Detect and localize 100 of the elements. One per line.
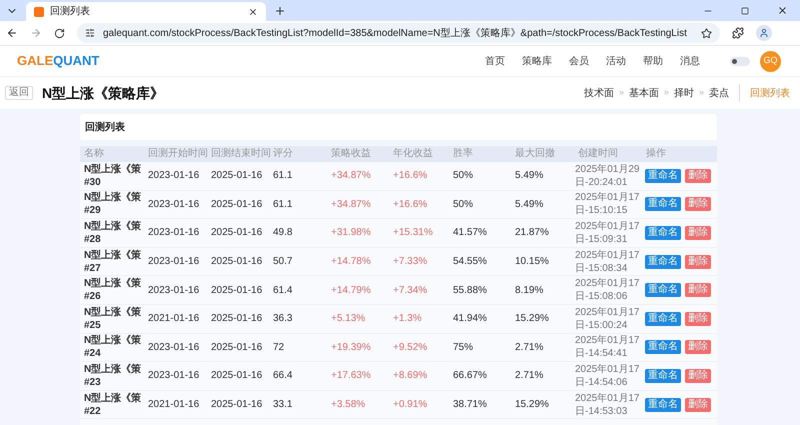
back-button[interactable]: 返回 — [5, 86, 33, 100]
table-cell-text: 2025年01月17 日-14:54:06 — [574, 362, 640, 389]
table-cell-text: +8.69% — [392, 369, 428, 384]
delete-button[interactable]: 删除 — [685, 340, 711, 354]
name-cell[interactable]: N型上涨《策 #30 — [80, 162, 144, 189]
table-cell-text: +34.87% — [330, 169, 372, 184]
table-cell-text: 66.67% — [452, 369, 488, 384]
new-tab-icon[interactable] — [274, 5, 286, 17]
rename-button[interactable]: 重命名 — [645, 398, 681, 412]
column-header: 最大回撤 — [514, 148, 556, 160]
table-cell-text: 2025-01-16 — [210, 369, 264, 384]
table-cell-text: 41.57% — [452, 226, 488, 240]
column-header: 策略收益 — [330, 148, 372, 160]
rename-button[interactable]: 重命名 — [645, 254, 681, 269]
table-cell-text: 21.87% — [514, 226, 550, 240]
rename-button[interactable]: 重命名 — [645, 340, 681, 354]
maximize-icon[interactable] — [741, 7, 749, 15]
theme-toggle[interactable] — [730, 56, 750, 66]
address-field[interactable]: galequant.com/stockProcess/BackTestingList?modelId=385&modelName=N型上涨《策略库》&path=/stockProcess/BackTestingList — [77, 23, 720, 43]
name-cell[interactable]: N型上涨《策 #26 — [80, 277, 144, 304]
reload-icon[interactable] — [54, 28, 65, 38]
table-cell-text: 2025-01-16 — [210, 398, 264, 412]
name-cell[interactable]: N型上涨《策 #29 — [80, 191, 144, 218]
table-cell-text: +31.98% — [330, 226, 372, 240]
extensions-icon[interactable] — [732, 27, 744, 39]
table-cell-text: 41.94% — [452, 312, 488, 326]
column-header: 回测开始时间 — [147, 148, 207, 160]
nav-link[interactable]: 会员 — [569, 54, 589, 68]
table-cell-text: +5.13% — [330, 312, 366, 326]
table-cell-text: 2023-01-16 — [147, 340, 200, 355]
delete-button[interactable]: 删除 — [685, 283, 711, 298]
back-icon[interactable] — [6, 27, 18, 39]
favicon-icon — [34, 6, 44, 16]
step-link[interactable]: 基本面 — [628, 86, 659, 100]
table-cell-text: 2025年01月17 日-15:09:31 — [574, 220, 640, 246]
nav-link[interactable]: 活动 — [606, 54, 626, 68]
delete-button[interactable]: 删除 — [685, 197, 711, 212]
rename-button[interactable]: 重命名 — [645, 368, 681, 383]
name-cell[interactable]: N型上涨《策 #25 — [80, 306, 144, 332]
table-cell-text: 50.7 — [272, 255, 294, 270]
table-cell-text: 38.71% — [452, 398, 488, 412]
table-cell-text: 2023-01-16 — [147, 284, 200, 298]
column-header: 评分 — [272, 148, 294, 160]
table-cell-text: 61.4 — [272, 284, 294, 298]
site-settings-icon[interactable] — [85, 28, 95, 38]
table-cell-text: 2023-01-16 — [147, 369, 200, 384]
name-cell[interactable]: N型上涨《策 #28 — [80, 220, 144, 246]
table-cell-text: +16.6% — [392, 198, 428, 212]
bookmark-icon[interactable] — [701, 28, 712, 38]
delete-button[interactable]: 删除 — [685, 312, 711, 326]
nav-link[interactable]: 消息 — [680, 54, 700, 68]
profile-icon[interactable] — [756, 25, 772, 41]
table-cell-text: 36.3 — [272, 312, 294, 326]
table-cell-text: 2023-01-16 — [147, 169, 200, 184]
table-cell-text: 2025年01月17 日-15:08:06 — [574, 277, 640, 304]
name-cell[interactable]: N型上涨《策 #23 — [80, 362, 144, 389]
table-cell-text: 2025年01月17 日-14:54:41 — [574, 334, 640, 360]
delete-button[interactable]: 删除 — [685, 398, 711, 412]
table-cell-text: 2025年01月17 日-15:00:24 — [574, 306, 640, 332]
rename-button[interactable]: 重命名 — [645, 283, 681, 298]
card-title: 回测列表 — [85, 120, 125, 134]
close-window-icon[interactable] — [777, 5, 788, 16]
delete-button[interactable]: 删除 — [685, 168, 711, 183]
table-cell-text: +7.33% — [392, 255, 428, 270]
step-link[interactable]: 技术面 — [584, 86, 614, 100]
column-header: 操作 — [645, 148, 667, 160]
user-avatar[interactable]: GQ — [760, 50, 781, 72]
column-header: 胜率 — [452, 148, 474, 160]
rename-button[interactable]: 重命名 — [645, 312, 681, 326]
close-tab-icon[interactable] — [248, 6, 258, 16]
rename-button[interactable]: 重命名 — [645, 197, 681, 212]
rename-button[interactable]: 重命名 — [645, 168, 681, 183]
delete-button[interactable]: 删除 — [685, 368, 711, 383]
rename-button[interactable]: 重命名 — [645, 226, 681, 240]
step-link[interactable]: 回测列表 — [750, 86, 790, 100]
nav-link[interactable]: 帮助 — [643, 54, 663, 68]
table-cell-text: +7.34% — [392, 284, 428, 298]
nav-link[interactable]: 首页 — [485, 54, 505, 68]
browser-tab[interactable]: 回测列表 — [26, 2, 266, 21]
table-cell-text: 2025-01-16 — [210, 255, 264, 270]
name-cell[interactable]: N型上涨《策 #22 — [80, 392, 144, 418]
table-cell-text: +14.78% — [330, 255, 372, 270]
table-cell-text: 2025年01月17 日-14:53:03 — [574, 392, 640, 418]
name-cell[interactable]: N型上涨《策 #24 — [80, 334, 144, 360]
table-cell-text: 2021-01-16 — [147, 398, 200, 412]
table-cell-text: 61.1 — [272, 198, 294, 212]
name-cell[interactable]: N型上涨《策 #27 — [80, 248, 144, 275]
table-cell-text: +17.63% — [330, 369, 372, 384]
nav-link[interactable]: 策略库 — [522, 54, 552, 68]
table-cell-text: 8.19% — [514, 284, 544, 298]
step-link[interactable]: 卖点 — [709, 86, 729, 100]
chevron-icon: » — [698, 86, 704, 100]
step-link[interactable]: 择时 — [674, 86, 694, 100]
table-cell-text: 5.49% — [514, 198, 544, 212]
delete-button[interactable]: 删除 — [685, 254, 711, 269]
delete-button[interactable]: 删除 — [685, 226, 711, 240]
table-cell-text: 2025-01-16 — [210, 226, 264, 240]
logo[interactable]: GALEQUANT — [17, 51, 100, 71]
table-cell-text: 2.71% — [514, 340, 544, 355]
table-cell-text: 2025年01月17 日-15:08:34 — [574, 248, 640, 275]
